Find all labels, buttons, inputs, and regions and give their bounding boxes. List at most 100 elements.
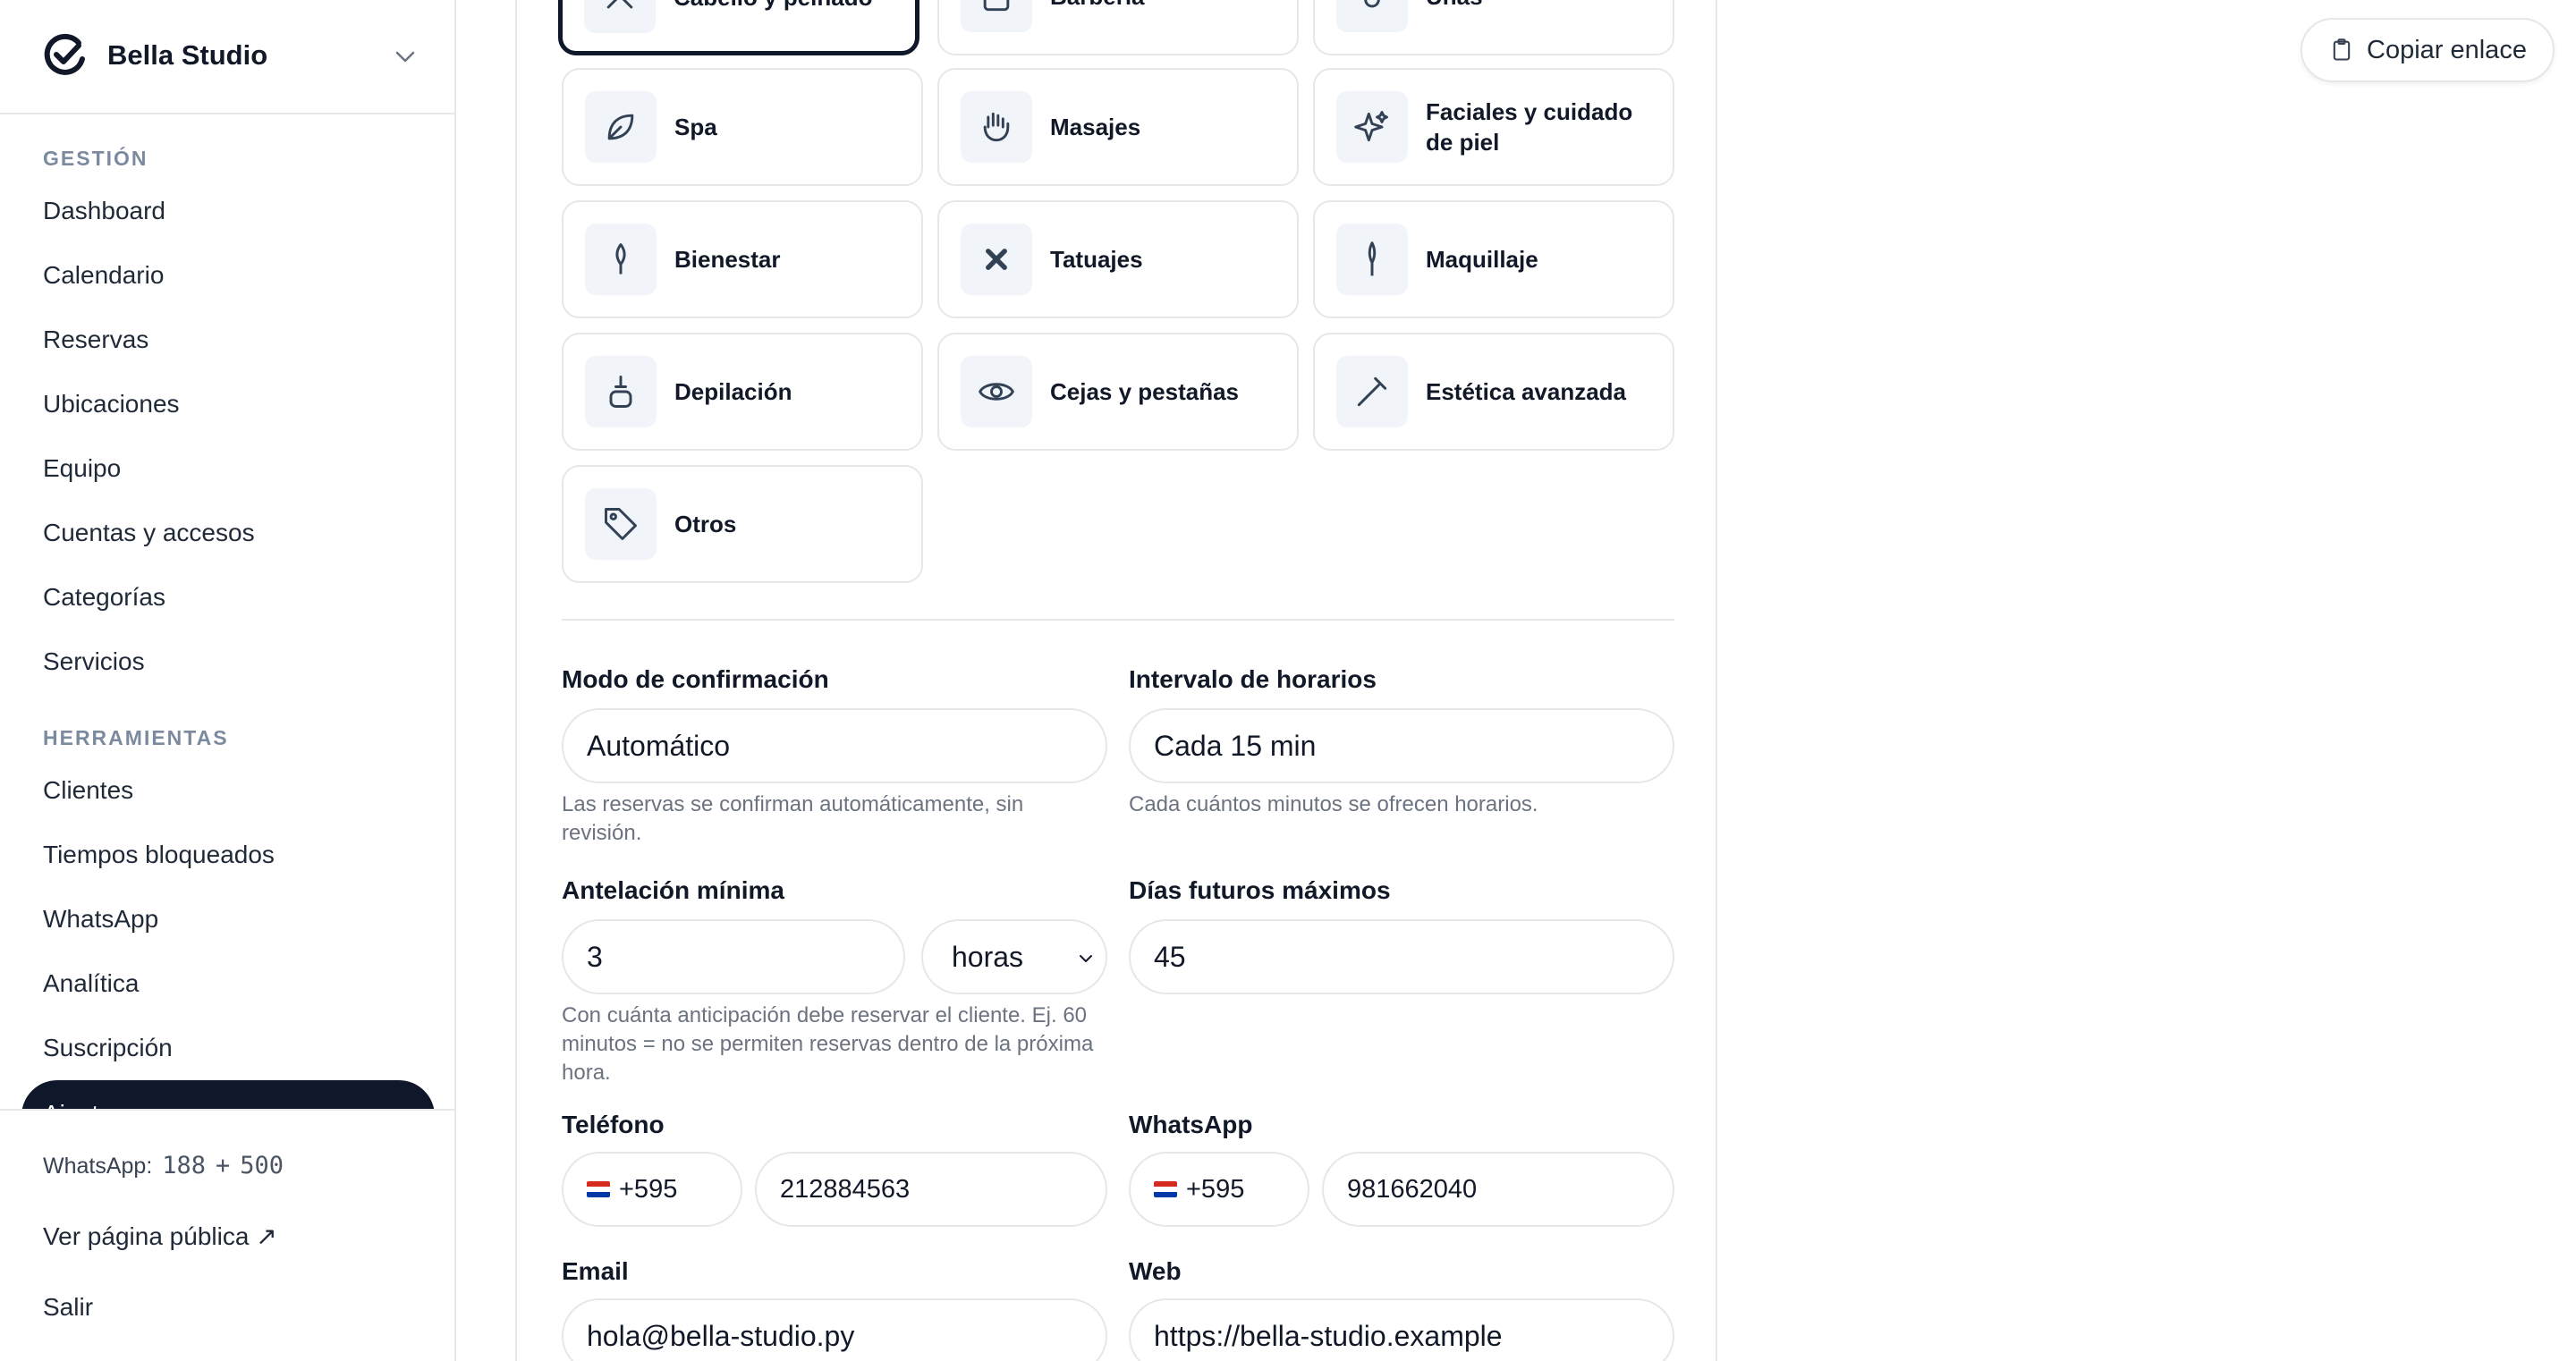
lotus-icon xyxy=(585,224,657,295)
min-notice-input[interactable]: 3 xyxy=(562,919,905,994)
web-label: Web xyxy=(1129,1257,1182,1285)
category-card-cejas[interactable]: Cejas y pestañas xyxy=(937,333,1299,451)
section-title-gestion: GESTIÓN xyxy=(43,147,148,170)
sidebar: Bella Studio GESTIÓN Dashboard Calendari… xyxy=(0,0,456,1361)
sidebar-item-dashboard[interactable]: Dashboard xyxy=(43,197,165,225)
leaf-icon xyxy=(585,91,657,163)
category-label: Otros xyxy=(674,511,737,537)
category-card-tatuajes[interactable]: Tatuajes xyxy=(937,200,1299,318)
public-page-link[interactable]: Ver página pública ↗ xyxy=(43,1222,277,1251)
copy-link-button[interactable]: Copiar enlace xyxy=(2301,18,2555,82)
section-divider xyxy=(562,619,1674,621)
tag-icon xyxy=(585,488,657,560)
phone-country-select[interactable]: +595 xyxy=(562,1152,742,1227)
sidebar-item-equipo[interactable]: Equipo xyxy=(43,454,121,483)
sidebar-item-tiempos-bloqueados[interactable]: Tiempos bloqueados xyxy=(43,841,275,869)
copy-link-label: Copiar enlace xyxy=(2367,35,2527,64)
confirm-mode-select[interactable]: Automático xyxy=(562,708,1107,783)
wax-icon xyxy=(585,356,657,427)
section-title-herramientas: HERRAMIENTAS xyxy=(43,726,229,749)
category-card-otros[interactable]: Otros xyxy=(562,465,923,583)
chevron-down-icon[interactable] xyxy=(392,43,419,70)
whatsapp-quota-total: 500 xyxy=(240,1152,284,1179)
whatsapp-country-code: +595 xyxy=(1186,1174,1245,1204)
min-notice-unit-select[interactable]: horas xyxy=(921,919,1107,994)
clipboard-icon xyxy=(2333,38,2351,61)
category-label: Masajes xyxy=(1050,114,1141,140)
eye-icon xyxy=(961,356,1032,427)
whatsapp-number-input[interactable]: 981662040 xyxy=(1322,1152,1674,1227)
category-label: Spa xyxy=(674,114,717,140)
confirm-mode-help: Las reservas se confirman automáticament… xyxy=(562,792,1024,845)
sidebar-item-servicios[interactable]: Servicios xyxy=(43,647,145,676)
settings-panel: Cabello y peinado Barbería Uñas Spa Masa… xyxy=(515,0,1717,1361)
category-card-maquillaje[interactable]: Maquillaje xyxy=(1313,200,1674,318)
sidebar-footer: WhatsApp: 188 + 500 Ver página pública ↗… xyxy=(0,1109,454,1361)
sidebar-item-ubicaciones[interactable]: Ubicaciones xyxy=(43,390,180,418)
sidebar-item-whatsapp[interactable]: WhatsApp xyxy=(43,905,158,934)
paraguay-flag-icon xyxy=(1154,1181,1177,1197)
wand-icon xyxy=(1336,356,1408,427)
category-card-faciales[interactable]: Faciales y cuidado de piel xyxy=(1313,68,1674,186)
phone-country-code: +595 xyxy=(619,1174,678,1204)
max-days-input[interactable]: 45 xyxy=(1129,919,1674,994)
category-card-masajes[interactable]: Masajes xyxy=(937,68,1299,186)
whatsapp-country-select[interactable]: +595 xyxy=(1129,1152,1309,1227)
sidebar-item-categorias[interactable]: Categorías xyxy=(43,583,165,612)
category-card-unas[interactable]: Uñas xyxy=(1313,0,1674,55)
phone-label: Teléfono xyxy=(562,1111,665,1138)
min-notice-help: Con cuánta anticipación debe reservar el… xyxy=(562,1003,1094,1085)
slot-interval-value: Cada 15 min xyxy=(1154,729,1317,762)
category-card-bienestar[interactable]: Bienestar xyxy=(562,200,923,318)
tattoo-x-icon xyxy=(961,224,1032,295)
category-label: Barbería xyxy=(1050,0,1283,54)
whatsapp-quota-label: WhatsApp: xyxy=(43,1154,153,1179)
workspace-switcher[interactable]: Bella Studio xyxy=(0,0,454,114)
sidebar-item-analitica[interactable]: Analítica xyxy=(43,969,139,998)
slot-interval-select[interactable]: Cada 15 min xyxy=(1129,708,1674,783)
min-notice-unit-value: horas xyxy=(952,940,1024,973)
max-days-value: 45 xyxy=(1154,940,1186,973)
sidebar-item-reservas[interactable]: Reservas xyxy=(43,325,148,354)
barber-icon xyxy=(961,0,1032,32)
category-card-estetica[interactable]: Estética avanzada xyxy=(1313,333,1674,451)
sidebar-item-suscripcion[interactable]: Suscripción xyxy=(43,1034,173,1062)
category-label: Depilación xyxy=(674,378,792,405)
category-label: Faciales y cuidado de piel xyxy=(1426,98,1633,156)
phone-number-input[interactable]: 212884563 xyxy=(755,1152,1107,1227)
email-label: Email xyxy=(562,1257,629,1285)
phone-number-value: 212884563 xyxy=(780,1174,911,1204)
category-card-cabello[interactable]: Cabello y peinado xyxy=(558,0,919,55)
email-input[interactable]: hola@bella-studio.py xyxy=(562,1298,1107,1361)
whatsapp-quota-plus: + xyxy=(215,1152,231,1179)
whatsapp-number-value: 981662040 xyxy=(1347,1174,1478,1204)
logout-link[interactable]: Salir xyxy=(43,1293,93,1322)
sidebar-item-calendario[interactable]: Calendario xyxy=(43,261,164,290)
min-notice-label: Antelación mínima xyxy=(562,876,784,904)
category-label: Cejas y pestañas xyxy=(1050,378,1240,405)
category-card-depilacion[interactable]: Depilación xyxy=(562,333,923,451)
sparkles-icon xyxy=(1336,91,1408,163)
category-label: Maquillaje xyxy=(1426,246,1538,273)
hand-icon xyxy=(961,91,1032,163)
confirm-mode-label: Modo de confirmación xyxy=(562,665,829,693)
chevron-down-icon xyxy=(1080,955,1092,962)
paraguay-flag-icon xyxy=(587,1181,610,1197)
whatsapp-label: WhatsApp xyxy=(1129,1111,1253,1138)
brand-logo-icon xyxy=(44,33,85,75)
brand-name: Bella Studio xyxy=(107,39,268,71)
category-card-spa[interactable]: Spa xyxy=(562,68,923,186)
sidebar-item-ajustes[interactable]: Ajustes xyxy=(21,1080,435,1109)
confirm-mode-value: Automático xyxy=(587,729,731,762)
sidebar-nav: GESTIÓN Dashboard Calendario Reservas Ub… xyxy=(0,114,454,1109)
whatsapp-quota-used: 188 xyxy=(162,1152,207,1179)
sidebar-item-clientes[interactable]: Clientes xyxy=(43,776,133,805)
web-input[interactable]: https://bella-studio.example xyxy=(1129,1298,1674,1361)
web-value: https://bella-studio.example xyxy=(1154,1319,1503,1352)
slot-interval-label: Intervalo de horarios xyxy=(1129,665,1377,693)
scissors-icon xyxy=(584,0,656,33)
category-label: Cabello y peinado xyxy=(674,0,906,51)
sidebar-item-cuentas[interactable]: Cuentas y accesos xyxy=(43,519,255,547)
category-card-barberia[interactable]: Barbería xyxy=(937,0,1299,55)
slot-interval-help: Cada cuántos minutos se ofrecen horarios… xyxy=(1129,792,1538,816)
